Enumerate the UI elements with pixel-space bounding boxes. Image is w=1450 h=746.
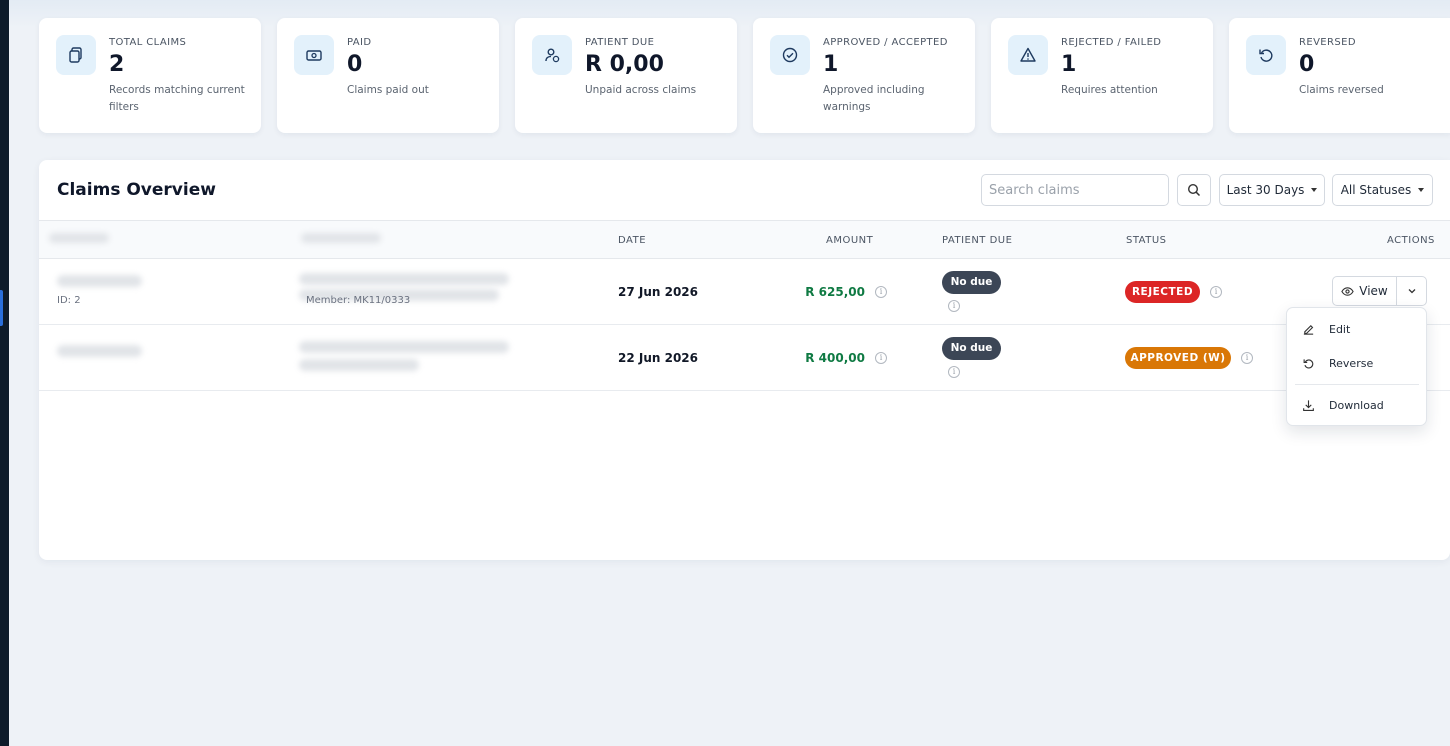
table-row[interactable]: 22 Jun 2026 R 400,00 i No due i APPROVED… (39, 325, 1450, 391)
cash-icon (294, 35, 334, 75)
actions-dropdown-menu: Edit Reverse Download (1286, 307, 1427, 426)
claim-id: ID: 2 (57, 295, 81, 306)
search-icon (1187, 183, 1201, 197)
stat-label: REVERSED (1299, 37, 1356, 48)
stat-value: 2 (109, 52, 125, 77)
actions-dropdown-toggle[interactable] (1397, 277, 1426, 305)
menu-item-reverse[interactable]: Reverse (1287, 348, 1426, 378)
view-label: View (1359, 284, 1388, 298)
stat-value: 0 (1299, 52, 1315, 77)
redacted-claim-details: ID: 2 Member: MK11/0333 (39, 259, 559, 324)
member-number: Member: MK11/0333 (306, 295, 411, 306)
caret-down-icon (1418, 188, 1425, 192)
menu-label-reverse: Reverse (1329, 356, 1374, 370)
search-button[interactable] (1177, 174, 1211, 206)
view-button[interactable]: View (1333, 277, 1397, 305)
reverse-icon (1246, 35, 1286, 75)
view-button-group: View (1332, 276, 1427, 306)
date-range-select[interactable]: Last 30 Days (1219, 174, 1325, 206)
redacted-header (39, 221, 559, 258)
stat-subtext: Claims paid out (347, 84, 429, 96)
info-icon[interactable]: i (948, 300, 960, 312)
column-header-patient-due[interactable]: PATIENT DUE (942, 235, 1012, 246)
stat-card-total-claims: TOTAL CLAIMS 2 Records matching current … (39, 18, 261, 133)
status-filter-select[interactable]: All Statuses (1332, 174, 1433, 206)
stat-subtext: Claims reversed (1299, 84, 1384, 96)
menu-label-edit: Edit (1329, 322, 1351, 336)
panel-title: Claims Overview (57, 180, 216, 200)
warning-icon (1008, 35, 1048, 75)
stat-subtext: Records matching current filters (109, 84, 245, 113)
menu-item-download[interactable]: Download (1287, 390, 1426, 420)
patient-due-pill: No due (942, 271, 1001, 294)
stat-card-paid: PAID 0 Claims paid out (277, 18, 499, 133)
stat-card-rejected: REJECTED / FAILED 1 Requires attention (991, 18, 1213, 133)
menu-label-download: Download (1329, 398, 1384, 412)
patient-due-pill: No due (942, 337, 1001, 360)
claims-overview-panel: Claims Overview Last 30 Days All Statuse… (39, 160, 1450, 560)
column-header-status[interactable]: STATUS (1126, 235, 1167, 246)
stat-subtext: Requires attention (1061, 84, 1158, 96)
stat-card-patient-due: PATIENT DUE R 0,00 Unpaid across claims (515, 18, 737, 133)
chevron-down-icon (1408, 289, 1415, 294)
stat-subtext: Approved including warnings (823, 84, 925, 113)
sidebar-active-marker (0, 290, 3, 326)
redacted-claim-details (39, 325, 559, 390)
stat-value: 1 (823, 52, 839, 77)
column-header-amount[interactable]: AMOUNT (826, 235, 873, 246)
eye-icon (1341, 286, 1354, 296)
stat-label: PAID (347, 37, 372, 48)
claim-date: 22 Jun 2026 (618, 351, 699, 365)
date-range-label: Last 30 Days (1226, 183, 1305, 197)
stat-value: 1 (1061, 52, 1077, 77)
check-circle-icon (770, 35, 810, 75)
status-filter-label: All Statuses (1340, 183, 1412, 197)
info-icon[interactable]: i (948, 366, 960, 378)
stat-value: 0 (347, 52, 363, 77)
table-header: DATE AMOUNT PATIENT DUE STATUS ACTIONS (39, 220, 1450, 259)
column-header-actions: ACTIONS (1387, 235, 1435, 246)
claim-date: 27 Jun 2026 (618, 285, 699, 299)
info-icon[interactable]: i (875, 286, 887, 298)
stat-card-approved: APPROVED / ACCEPTED 1 Approved including… (753, 18, 975, 133)
menu-item-edit[interactable]: Edit (1287, 314, 1426, 344)
search-input[interactable] (981, 174, 1169, 206)
stat-subtext: Unpaid across claims (585, 84, 697, 96)
app-sidebar-rail (0, 0, 9, 746)
claim-amount: R 625,00 (805, 285, 865, 299)
stat-label: APPROVED / ACCEPTED (823, 37, 948, 48)
stat-value: R 0,00 (585, 52, 664, 77)
status-badge: REJECTED (1125, 281, 1200, 303)
stat-label: REJECTED / FAILED (1061, 37, 1162, 48)
stat-label: PATIENT DUE (585, 37, 655, 48)
download-icon (1287, 399, 1329, 412)
reverse-icon (1287, 357, 1329, 370)
info-icon[interactable]: i (875, 352, 887, 364)
stat-card-reversed: REVERSED 0 Claims reversed (1229, 18, 1450, 133)
caret-down-icon (1311, 188, 1318, 192)
claim-amount: R 400,00 (805, 351, 865, 365)
table-row[interactable]: ID: 2 Member: MK11/0333 27 Jun 2026 R 62… (39, 259, 1450, 325)
patient-icon (532, 35, 572, 75)
edit-icon (1287, 323, 1329, 336)
copy-icon (56, 35, 96, 75)
column-header-date[interactable]: DATE (618, 235, 646, 246)
menu-divider (1295, 384, 1419, 385)
status-badge: APPROVED (W) (1125, 347, 1231, 369)
info-icon[interactable]: i (1210, 286, 1222, 298)
stat-label: TOTAL CLAIMS (109, 37, 187, 48)
info-icon[interactable]: i (1241, 352, 1253, 364)
